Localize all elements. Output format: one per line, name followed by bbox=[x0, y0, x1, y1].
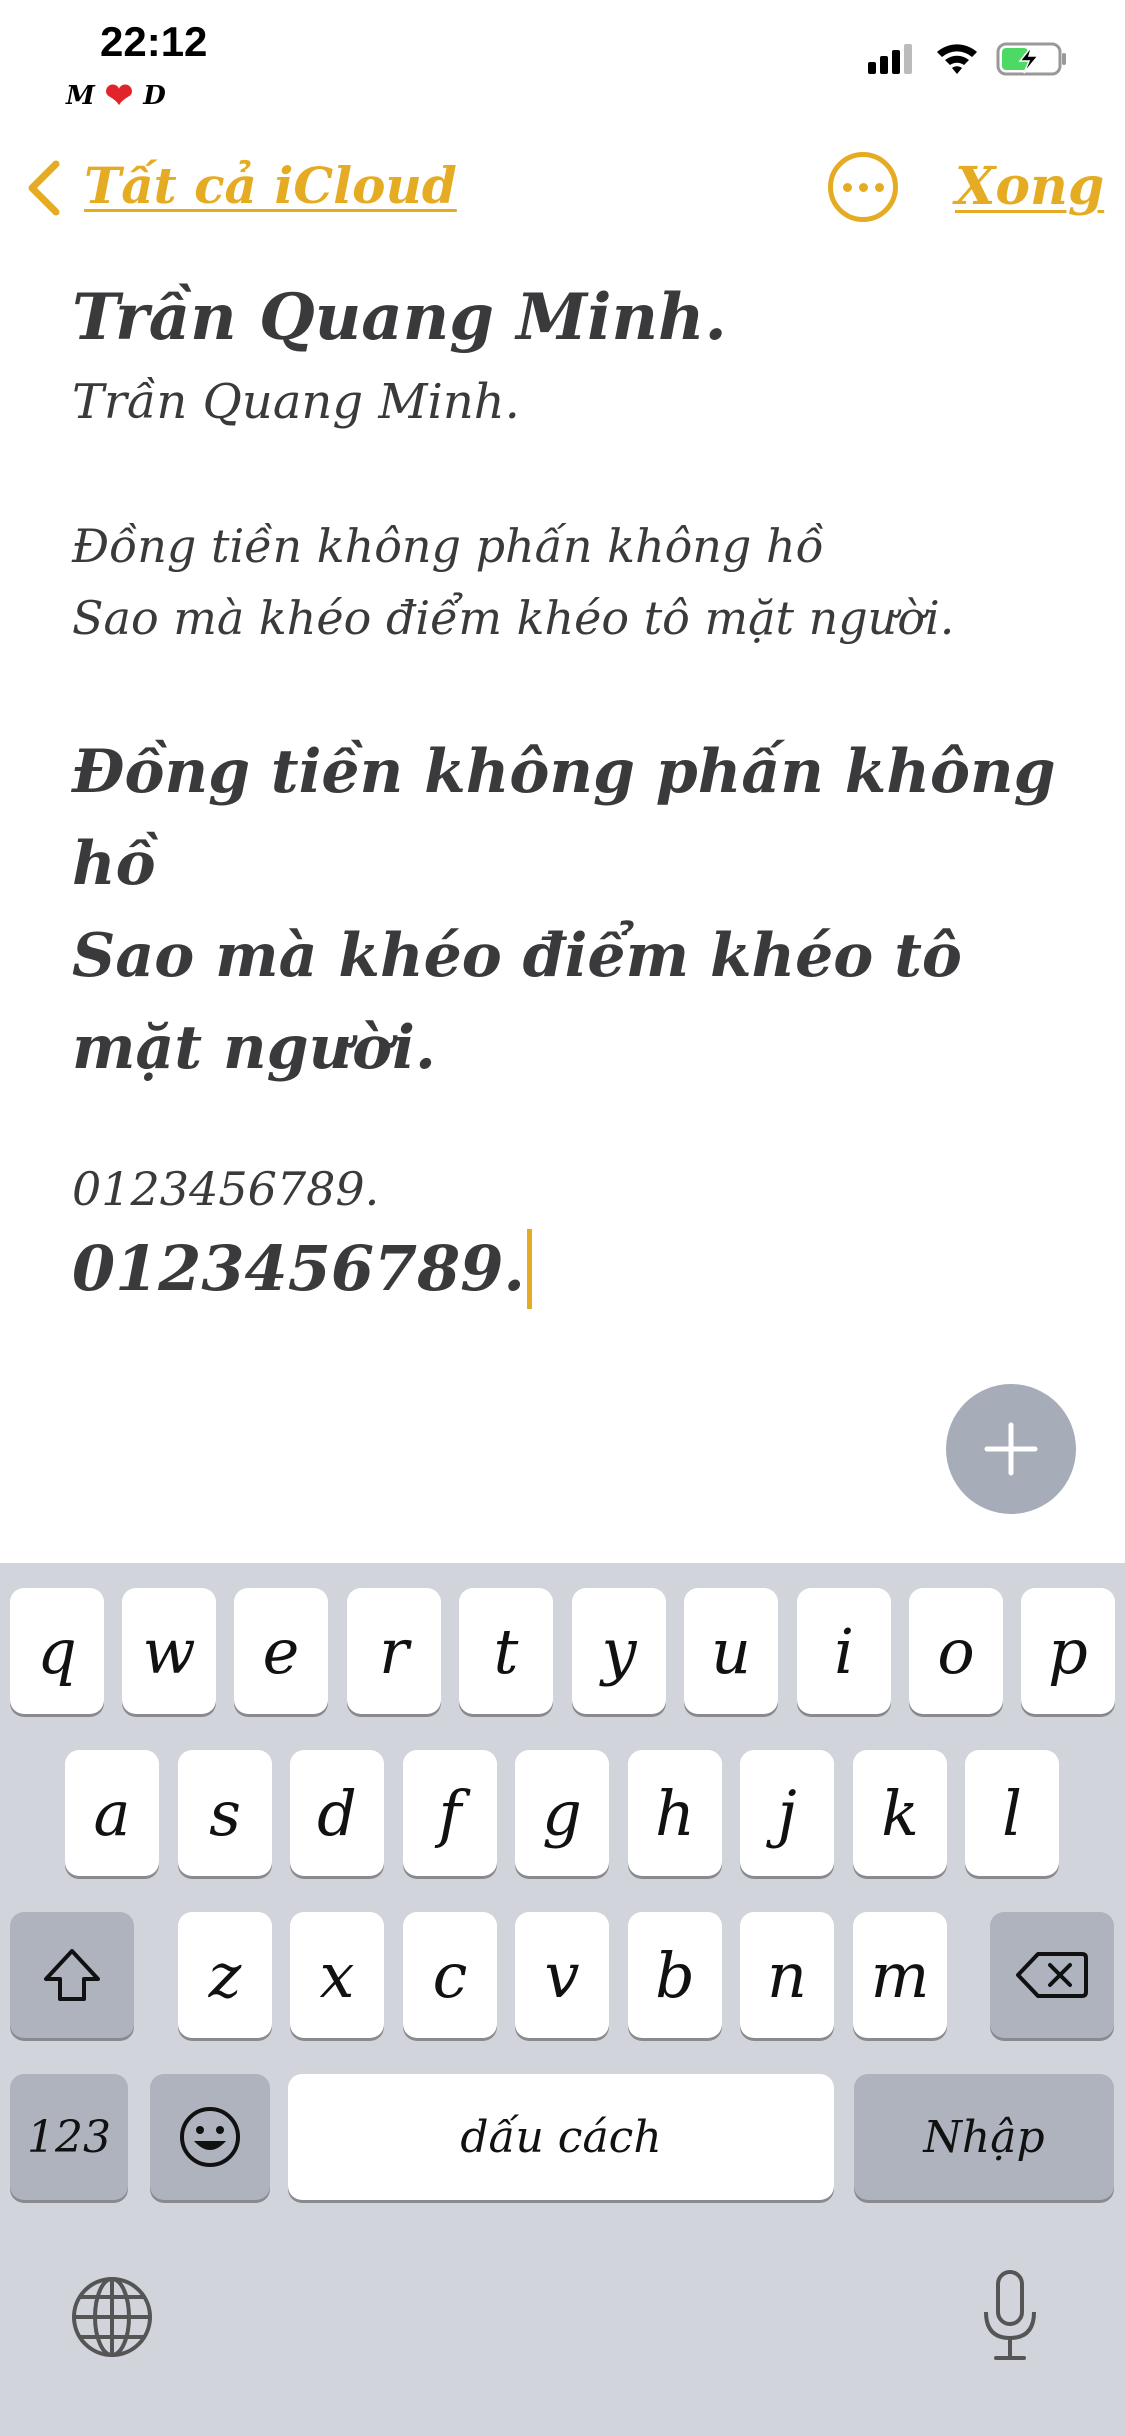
poem-small-line-2: Sao mà khéo điểm khéo tô mặt người. bbox=[72, 591, 955, 645]
note-subtitle: Trần Quang Minh. bbox=[72, 374, 520, 430]
note-editor[interactable]: Trần Quang Minh. Trần Quang Minh. Đồng t… bbox=[72, 270, 1072, 1314]
status-bar: 22:12 M ❤ D bbox=[0, 0, 1125, 120]
battery-charging-icon bbox=[996, 42, 1066, 76]
key-n[interactable]: n bbox=[740, 1912, 834, 2038]
add-attachment-button[interactable] bbox=[946, 1384, 1076, 1514]
key-s[interactable]: s bbox=[178, 1750, 272, 1876]
emoji-key[interactable] bbox=[150, 2074, 270, 2200]
carrier-tag: M ❤ D bbox=[66, 76, 166, 116]
key-w[interactable]: w bbox=[122, 1588, 216, 1714]
note-title: Trần Quang Minh. bbox=[72, 280, 727, 355]
plus-icon bbox=[984, 1422, 1038, 1476]
number-large: 0123456789. bbox=[72, 1232, 525, 1305]
key-y[interactable]: y bbox=[572, 1588, 666, 1714]
key-q[interactable]: q bbox=[10, 1588, 104, 1714]
microphone-icon[interactable] bbox=[978, 2268, 1042, 2364]
shift-key[interactable] bbox=[10, 1912, 134, 2038]
poem-large-line-1: Đồng tiền không phấn không hồ bbox=[72, 737, 1056, 899]
key-c[interactable]: c bbox=[403, 1912, 497, 2038]
done-button[interactable]: Xong bbox=[955, 156, 1104, 217]
key-z[interactable]: z bbox=[178, 1912, 272, 2038]
more-dot bbox=[874, 182, 884, 192]
key-m[interactable]: m bbox=[853, 1912, 947, 2038]
delete-icon bbox=[1016, 1952, 1088, 1998]
key-a[interactable]: a bbox=[65, 1750, 159, 1876]
cellular-signal-icon bbox=[868, 44, 912, 74]
emoji-icon bbox=[180, 2107, 240, 2167]
key-i[interactable]: i bbox=[797, 1588, 891, 1714]
carrier-left: M bbox=[66, 81, 95, 111]
space-key[interactable]: dấu cách bbox=[288, 2074, 834, 2200]
key-h[interactable]: h bbox=[628, 1750, 722, 1876]
return-key[interactable]: Nhập bbox=[854, 2074, 1114, 2200]
key-o[interactable]: o bbox=[909, 1588, 1003, 1714]
numbers-key[interactable]: 123 bbox=[10, 2074, 128, 2200]
key-v[interactable]: v bbox=[515, 1912, 609, 2038]
navigation-bar: Tất cả iCloud Xong bbox=[0, 140, 1125, 240]
key-d[interactable]: d bbox=[290, 1750, 384, 1876]
key-x[interactable]: x bbox=[290, 1912, 384, 2038]
number-large-line: 0123456789. bbox=[72, 1224, 1072, 1314]
key-k[interactable]: k bbox=[853, 1750, 947, 1876]
text-cursor bbox=[526, 1229, 532, 1309]
key-l[interactable]: l bbox=[965, 1750, 1059, 1876]
key-g[interactable]: g bbox=[515, 1750, 609, 1876]
carrier-right: D bbox=[143, 81, 166, 111]
wifi-icon bbox=[937, 44, 977, 74]
key-r[interactable]: r bbox=[347, 1588, 441, 1714]
key-j[interactable]: j bbox=[740, 1750, 834, 1876]
back-chevron-icon[interactable] bbox=[22, 158, 66, 218]
more-dot bbox=[858, 182, 868, 192]
poem-large-line-2: Sao mà khéo điểm khéo tô mặt người. bbox=[72, 921, 962, 1083]
number-small: 0123456789. bbox=[72, 1162, 380, 1216]
globe-icon[interactable] bbox=[70, 2275, 154, 2359]
key-t[interactable]: t bbox=[459, 1588, 553, 1714]
key-p[interactable]: p bbox=[1021, 1588, 1115, 1714]
status-time: 22:12 bbox=[100, 18, 208, 65]
key-b[interactable]: b bbox=[628, 1912, 722, 2038]
more-options-button[interactable] bbox=[828, 152, 898, 222]
poem-small-line-1: Đồng tiền không phấn không hồ bbox=[72, 519, 824, 573]
back-button[interactable]: Tất cả iCloud bbox=[84, 156, 457, 215]
key-f[interactable]: f bbox=[403, 1750, 497, 1876]
heart-icon: ❤ bbox=[104, 76, 134, 116]
more-dot bbox=[842, 182, 852, 192]
delete-key[interactable] bbox=[990, 1912, 1114, 2038]
shift-icon bbox=[44, 1949, 100, 2001]
key-u[interactable]: u bbox=[684, 1588, 778, 1714]
key-e[interactable]: e bbox=[234, 1588, 328, 1714]
